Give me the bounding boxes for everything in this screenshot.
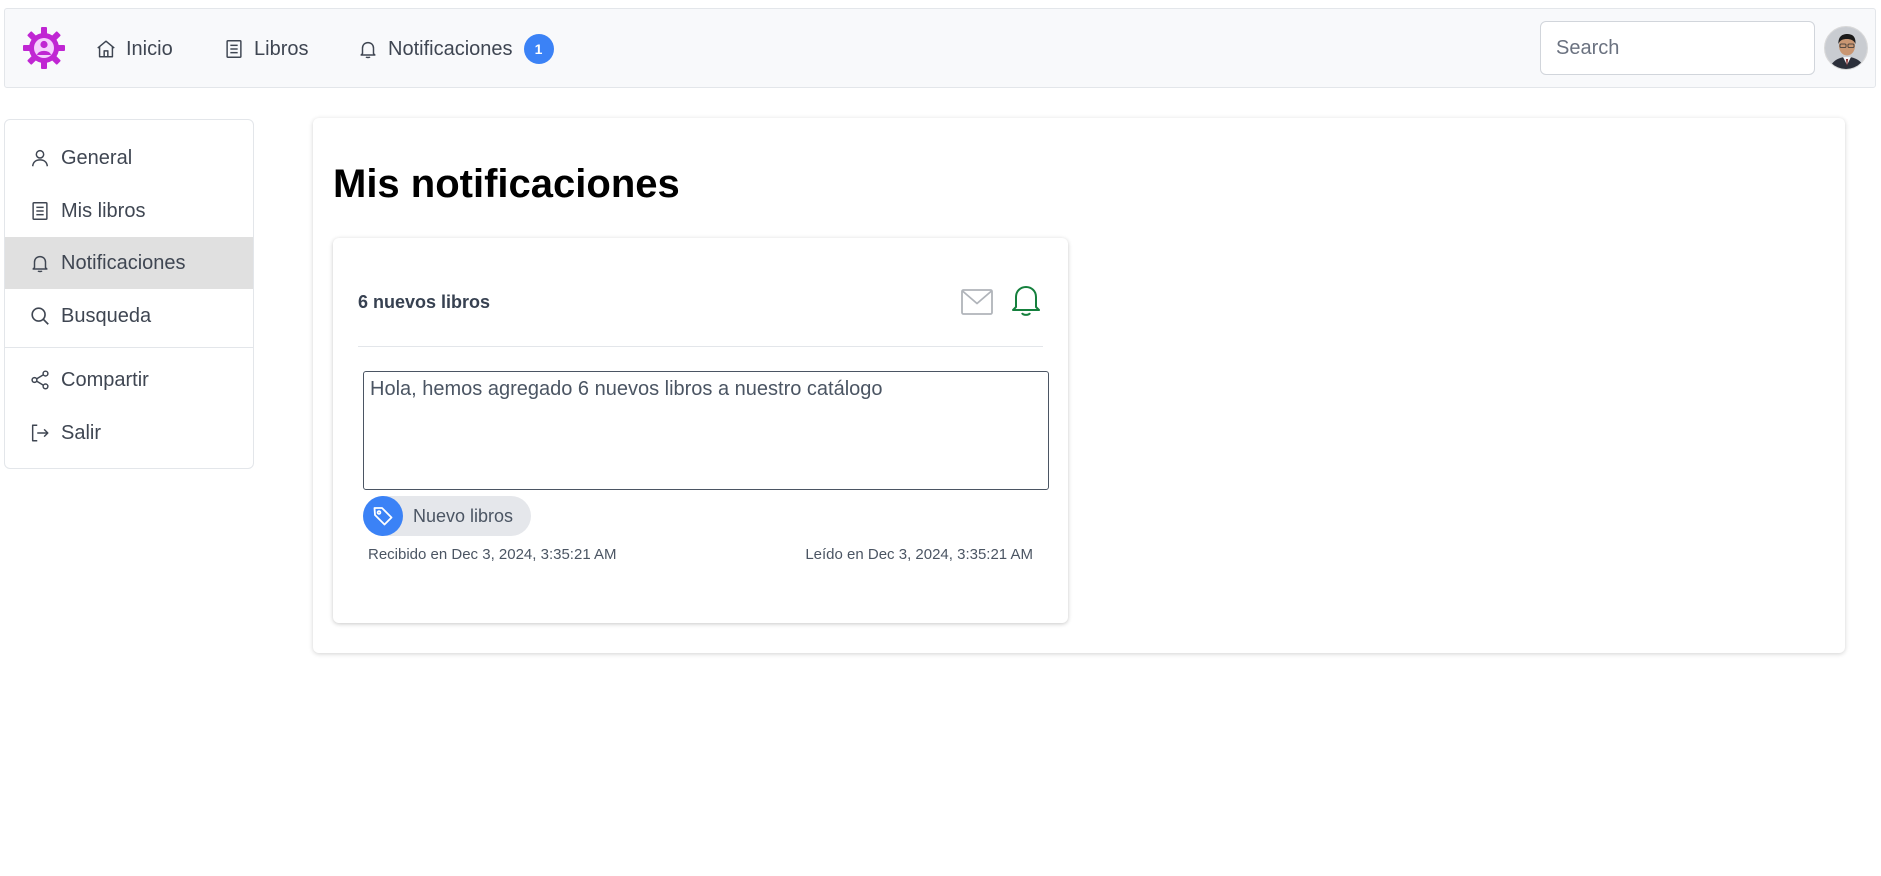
sidebar-item-busqueda[interactable]: Busqueda (5, 290, 253, 342)
nav-inicio[interactable]: Inicio (95, 9, 173, 89)
bell-icon (360, 41, 376, 59)
bell-icon (32, 255, 48, 273)
sidebar-item-label: Compartir (61, 368, 149, 391)
notification-card: 6 nuevos libros Hola, hemos agregado 6 n… (333, 238, 1068, 623)
share-icon (31, 370, 49, 390)
received-timestamp: Recibido en Dec 3, 2024, 3:35:21 AM (368, 546, 617, 563)
sidebar-item-label: General (61, 146, 133, 169)
nav-notificaciones[interactable]: Notificaciones 1 (357, 9, 554, 89)
app-logo-icon[interactable] (20, 24, 68, 72)
sidebar-item-compartir[interactable]: Compartir (5, 354, 253, 406)
book-icon (226, 40, 242, 58)
sidebar-item-mis-libros[interactable]: Mis libros (5, 185, 253, 237)
sidebar-item-label: Busqueda (61, 304, 152, 327)
tag-label: Nuevo libros (413, 505, 514, 526)
notification-message-textarea[interactable]: Hola, hemos agregado 6 nuevos libros a n… (363, 371, 1049, 490)
sidebar-divider (5, 347, 253, 348)
sidebar-item-salir[interactable]: Salir (5, 407, 253, 459)
sidebar-item-label: Notificaciones (61, 251, 186, 274)
sidebar-item-label: Salir (61, 421, 102, 444)
bell-active-icon[interactable] (1009, 282, 1043, 318)
mail-icon[interactable] (960, 285, 994, 319)
tag-icon (363, 496, 403, 536)
sidebar-item-notificaciones[interactable]: Notificaciones (5, 237, 253, 289)
main-content-card: Mis notificaciones 6 nuevos libros Hola,… (313, 118, 1845, 653)
nav-inicio-label: Inicio (126, 37, 173, 60)
home-icon (97, 40, 115, 58)
search-input[interactable] (1540, 21, 1815, 75)
sidebar-item-general[interactable]: General (5, 132, 253, 184)
book-icon (32, 202, 48, 220)
top-navbar: Inicio Libros Notificaciones 1 (4, 8, 1876, 88)
logout-icon (31, 424, 49, 442)
nav-notificaciones-label: Notificaciones (388, 37, 513, 60)
notification-count-badge: 1 (523, 34, 554, 64)
notification-tag-chip[interactable]: Nuevo libros (363, 496, 531, 536)
nav-libros-label: Libros (254, 37, 309, 60)
card-divider (358, 346, 1043, 347)
search-icon (31, 307, 49, 325)
nav-libros[interactable]: Libros (223, 9, 308, 89)
user-icon (31, 149, 49, 167)
user-avatar[interactable] (1824, 26, 1868, 70)
notification-title: 6 nuevos libros (358, 292, 491, 312)
sidebar-item-label: Mis libros (61, 199, 146, 222)
page-title: Mis notificaciones (333, 162, 680, 206)
read-timestamp: Leído en Dec 3, 2024, 3:35:21 AM (805, 546, 1033, 563)
sidebar: General Mis libros Notificaciones Busque… (4, 119, 254, 469)
